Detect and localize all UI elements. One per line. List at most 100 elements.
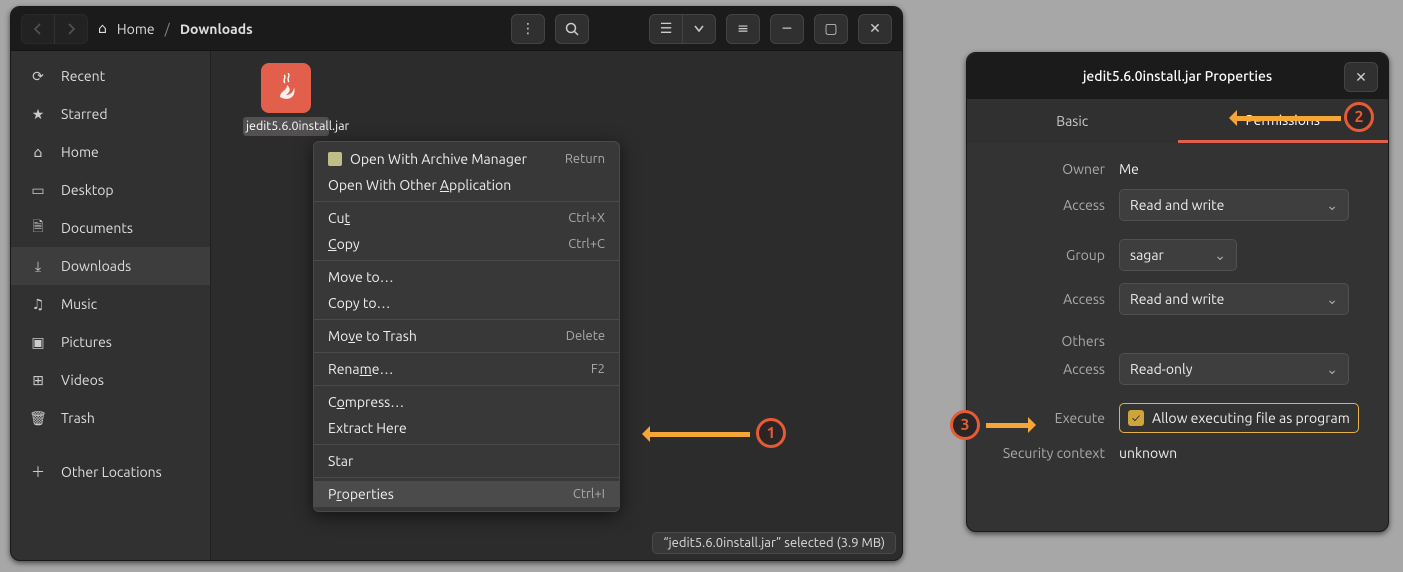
close-icon: ✕ bbox=[869, 20, 881, 37]
sidebar: ⟳ Recent ★ Starred ⌂ Home ▭Desktop 🗎 Documen… bbox=[11, 51, 211, 560]
documents-icon: 🗎 bbox=[29, 216, 47, 240]
sidebar-item-label: Pictures bbox=[61, 334, 112, 350]
sidebar-item-trash[interactable]: 🗑 Trash bbox=[11, 399, 210, 437]
menu-extract[interactable]: Extract Here bbox=[314, 415, 619, 441]
dialog-close-button[interactable]: ✕ bbox=[1344, 62, 1378, 92]
kebab-icon: ⋮ bbox=[521, 20, 535, 37]
jar-file-icon bbox=[261, 63, 311, 113]
owner-access-label: Access bbox=[989, 197, 1119, 213]
menu-cut[interactable]: Cut Ctrl+X bbox=[314, 205, 619, 231]
downloads-icon: ⤓ bbox=[29, 258, 47, 275]
sidebar-item-label: Home bbox=[61, 144, 99, 160]
menu-properties[interactable]: Properties Ctrl+I bbox=[314, 481, 619, 507]
breadcrumb-current[interactable]: Downloads bbox=[180, 21, 253, 37]
sidebar-item-label: Other Locations bbox=[61, 464, 162, 480]
checkbox-checked-icon: ✓ bbox=[1128, 410, 1144, 426]
tabs: Basic Permissions bbox=[967, 99, 1388, 143]
minimize-button[interactable]: ─ bbox=[770, 14, 804, 44]
sidebar-item-desktop[interactable]: ▭Desktop bbox=[11, 171, 210, 209]
pictures-icon: ▣ bbox=[29, 334, 47, 351]
search-button[interactable] bbox=[555, 14, 589, 44]
execute-checkbox[interactable]: ✓ Allow executing file as program bbox=[1119, 403, 1359, 433]
owner-access-dropdown[interactable]: Read and write ⌄ bbox=[1119, 189, 1349, 221]
annotation-badge-2: 2 bbox=[1344, 102, 1374, 132]
owner-value: Me bbox=[1119, 161, 1139, 177]
back-button[interactable] bbox=[21, 14, 55, 44]
home-icon: ⌂ bbox=[29, 144, 47, 161]
sidebar-item-label: Music bbox=[61, 296, 97, 312]
dialog-title: jedit5.6.0install.jar Properties bbox=[1083, 68, 1272, 84]
videos-icon: ⊞ bbox=[29, 372, 47, 389]
hamburger-menu-button[interactable]: ≡ bbox=[726, 14, 760, 44]
breadcrumb: ⌂ Home / Downloads bbox=[98, 20, 501, 37]
forward-button[interactable] bbox=[54, 14, 88, 44]
owner-label: Owner bbox=[989, 161, 1119, 177]
home-icon[interactable]: ⌂ bbox=[98, 20, 107, 37]
close-button[interactable]: ✕ bbox=[858, 14, 892, 44]
tab-basic[interactable]: Basic bbox=[967, 99, 1178, 143]
chevron-down-icon: ⌄ bbox=[1326, 197, 1338, 214]
sidebar-item-label: Documents bbox=[61, 220, 133, 236]
trash-icon: 🗑 bbox=[29, 410, 47, 427]
minimize-icon: ─ bbox=[783, 20, 791, 37]
music-icon: ♫ bbox=[29, 296, 47, 313]
group-access-dropdown[interactable]: Read and write ⌄ bbox=[1119, 283, 1349, 315]
menu-open-other[interactable]: Open With Other Application bbox=[314, 172, 619, 198]
group-access-label: Access bbox=[989, 291, 1119, 307]
recent-icon: ⟳ bbox=[29, 68, 47, 85]
title-bar: ⌂ Home / Downloads ⋮ ☰ ≡ ─ ▢ ✕ bbox=[11, 7, 902, 51]
menu-star[interactable]: Star bbox=[314, 448, 619, 474]
content-pane[interactable]: jedit5.6.0install.jar Open With Archive … bbox=[211, 51, 902, 560]
properties-dialog: jedit5.6.0install.jar Properties ✕ Basic… bbox=[966, 52, 1389, 532]
group-dropdown[interactable]: sagar ⌄ bbox=[1119, 239, 1237, 271]
others-access-dropdown[interactable]: Read-only ⌄ bbox=[1119, 353, 1349, 385]
menu-open-archive[interactable]: Open With Archive Manager Return bbox=[314, 146, 619, 172]
view-dropdown-button[interactable] bbox=[682, 14, 716, 44]
sidebar-item-starred[interactable]: ★ Starred bbox=[11, 95, 210, 133]
sidebar-item-home[interactable]: ⌂ Home bbox=[11, 133, 210, 171]
archive-icon bbox=[328, 152, 342, 166]
menu-compress[interactable]: Compress… bbox=[314, 389, 619, 415]
file-item[interactable]: jedit5.6.0install.jar bbox=[243, 63, 329, 136]
breadcrumb-home[interactable]: Home bbox=[117, 21, 155, 37]
sidebar-item-other-locations[interactable]: ＋ Other Locations bbox=[11, 453, 210, 491]
menu-move-to[interactable]: Move to… bbox=[314, 264, 619, 290]
sidebar-item-videos[interactable]: ⊞Videos bbox=[11, 361, 210, 399]
list-icon: ☰ bbox=[660, 20, 673, 37]
sidebar-item-recent[interactable]: ⟳ Recent bbox=[11, 57, 210, 95]
chevron-down-icon: ⌄ bbox=[1326, 291, 1338, 308]
annotation-badge-3: 3 bbox=[950, 410, 980, 440]
annotation-badge-1: 1 bbox=[756, 418, 786, 448]
file-label: jedit5.6.0install.jar bbox=[243, 117, 329, 136]
list-view-button[interactable]: ☰ bbox=[649, 14, 683, 44]
chevron-down-icon: ⌄ bbox=[1326, 361, 1338, 378]
hamburger-icon: ≡ bbox=[737, 20, 749, 37]
menu-copy-to[interactable]: Copy to… bbox=[314, 290, 619, 316]
star-icon: ★ bbox=[29, 106, 47, 123]
sidebar-item-music[interactable]: ♫ Music bbox=[11, 285, 210, 323]
sidebar-item-label: Trash bbox=[61, 410, 95, 426]
plus-icon: ＋ bbox=[29, 462, 47, 482]
menu-rename[interactable]: Rename… F2 bbox=[314, 356, 619, 382]
sidebar-item-documents[interactable]: 🗎 Documents bbox=[11, 209, 210, 247]
menu-copy[interactable]: Copy Ctrl+C bbox=[314, 231, 619, 257]
sidebar-item-pictures[interactable]: ▣ Pictures bbox=[11, 323, 210, 361]
nav-buttons bbox=[21, 14, 88, 44]
sidebar-item-downloads[interactable]: ⤓Downloads bbox=[11, 247, 210, 285]
menu-button[interactable]: ⋮ bbox=[511, 14, 545, 44]
maximize-button[interactable]: ▢ bbox=[814, 14, 848, 44]
chevron-right-icon bbox=[66, 23, 76, 35]
view-toggle: ☰ bbox=[649, 14, 716, 44]
group-label: Group bbox=[989, 247, 1119, 263]
status-bar: “jedit5.6.0install.jar” selected (3.9 MB… bbox=[652, 532, 896, 554]
search-icon bbox=[565, 22, 579, 36]
menu-move-trash[interactable]: Move to Trash Delete bbox=[314, 323, 619, 349]
breadcrumb-sep: / bbox=[165, 21, 170, 37]
chevron-down-icon bbox=[694, 25, 704, 33]
chevron-left-icon bbox=[33, 23, 43, 35]
dialog-title-bar: jedit5.6.0install.jar Properties ✕ bbox=[967, 53, 1388, 99]
sidebar-item-label: Starred bbox=[61, 106, 108, 122]
security-context-value: unknown bbox=[1119, 445, 1177, 461]
permissions-form: Owner Me Access Read and write ⌄ Group s… bbox=[967, 143, 1388, 531]
sidebar-item-label: Recent bbox=[61, 68, 105, 84]
